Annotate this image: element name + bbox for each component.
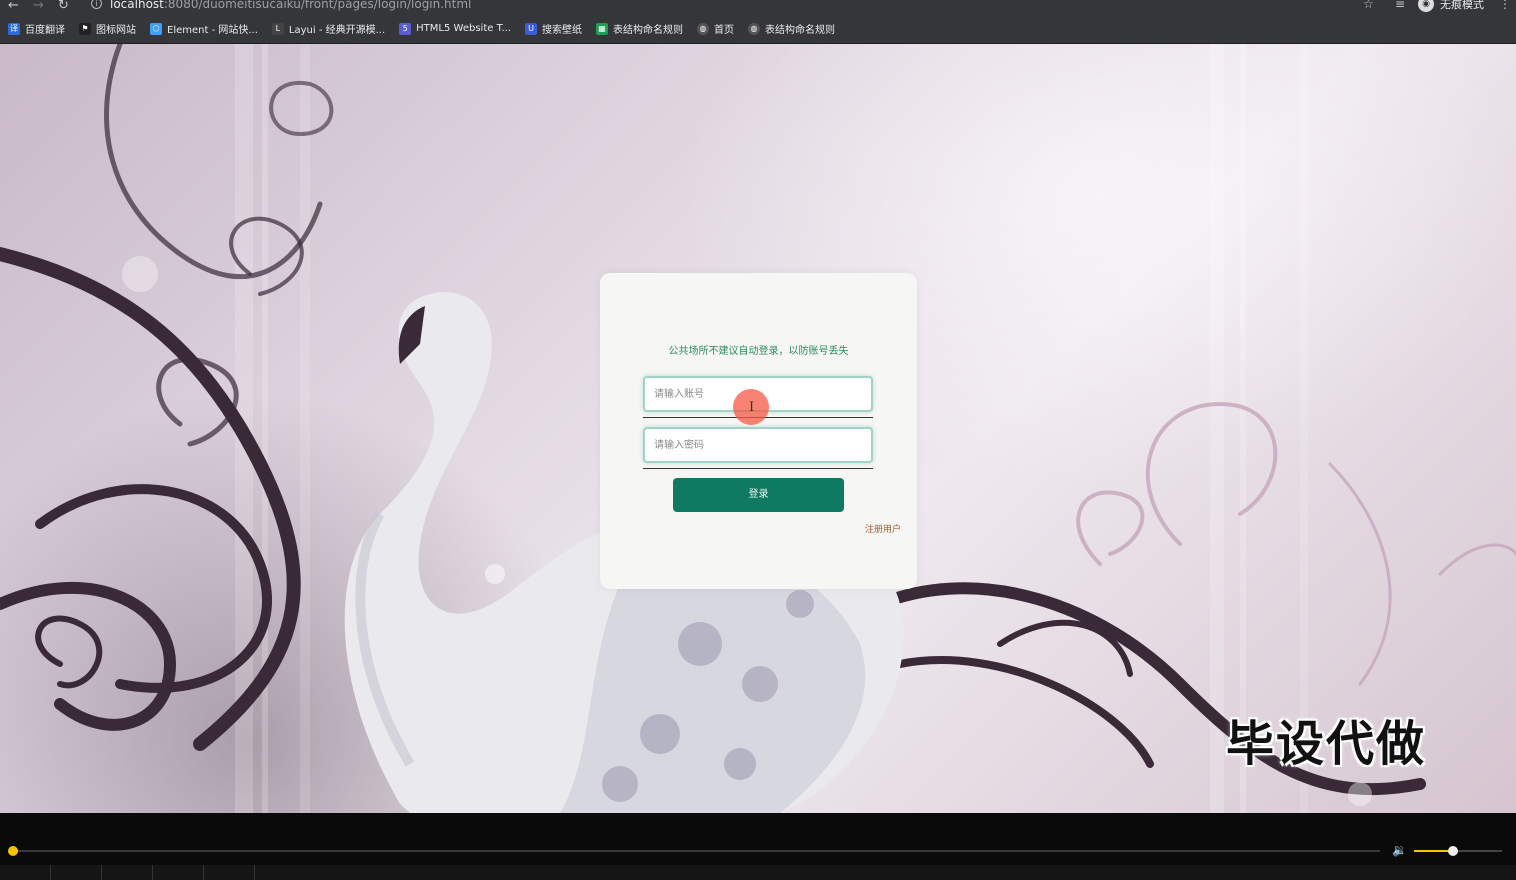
bookmark-item[interactable]: ⬡ Element - 网站快... (150, 21, 258, 36)
bookmark-star-icon[interactable]: ☆ (1363, 0, 1374, 11)
bookmarks-bar: 译百度翻译 ⚑ 图标网站 ⬡ Element - 网站快... L Layui - 经… (0, 14, 1516, 44)
volume-knob[interactable] (1448, 846, 1458, 856)
volume-icon[interactable]: 🔉 (1392, 843, 1407, 857)
bookmark-label: 图标网站 (96, 25, 136, 36)
login-card: 公共场所不建议自动登录，以防账号丢失 登录 注册用户 (600, 273, 917, 589)
browser-address-bar: ← → ↻ i localhost:8080/duomeitisucaiku/f… (0, 0, 1516, 14)
bookmark-label: HTML5 Website T... (416, 23, 512, 34)
globe-icon: ◍ (697, 22, 710, 35)
bookmark-label: 首页 (714, 25, 735, 36)
bookmark-item[interactable]: 5 HTML5 Website T... (399, 22, 512, 35)
register-link[interactable]: 注册用户 (865, 522, 901, 535)
flag-icon: ⚑ (79, 22, 91, 35)
bookmark-label: 表结构命名规则 (613, 25, 684, 36)
reload-icon[interactable]: ↻ (58, 0, 69, 13)
bookmark-label: Layui - 经典开源模... (288, 25, 386, 36)
progress-track[interactable] (12, 850, 1380, 852)
bookmark-item[interactable]: ◍ 首页 (697, 21, 734, 36)
forward-icon[interactable]: → (33, 0, 44, 13)
bookmark-item[interactable]: 译百度翻译 (8, 21, 65, 36)
login-notice: 公共场所不建议自动登录，以防账号丢失 (668, 346, 849, 357)
text-cursor-icon: I (749, 400, 755, 415)
thumbnail[interactable] (51, 865, 102, 880)
site-info-icon[interactable]: i (91, 0, 102, 9)
login-button[interactable]: 登录 (673, 478, 844, 512)
bookmark-item[interactable]: ▦ 表结构命名规则 (596, 21, 683, 36)
url-host: localhost (110, 0, 164, 11)
element-icon: ⬡ (150, 22, 162, 35)
sheet-icon: ▦ (596, 22, 609, 35)
translate-icon: 译 (8, 22, 20, 35)
incognito-icon: ◉ (1418, 0, 1434, 12)
bookmark-item[interactable]: L Layui - 经典开源模... (271, 21, 386, 36)
watermark-text: 毕设代做 (1226, 716, 1427, 772)
bookmark-item[interactable]: ⚑ 图标网站 (79, 21, 136, 36)
divider (643, 468, 873, 469)
html5-icon: 5 (399, 22, 412, 35)
reading-list-icon[interactable]: ≡ (1395, 0, 1405, 11)
thumbnail-strip (0, 865, 1516, 880)
thumbnail[interactable] (0, 865, 51, 880)
bookmark-label: Element - 网站快... (167, 25, 258, 36)
incognito-indicator[interactable]: ◉ 无痕模式 (1418, 0, 1484, 12)
url-field[interactable]: localhost:8080/duomeitisucaiku/front/pag… (110, 0, 471, 11)
incognito-label: 无痕模式 (1440, 0, 1484, 11)
layui-icon: L (271, 22, 284, 35)
bookmark-label: 表结构命名规则 (765, 25, 836, 36)
thumbnail[interactable] (102, 865, 153, 880)
password-input[interactable] (645, 429, 871, 461)
bookmark-item[interactable]: U 搜索壁纸 (525, 21, 582, 36)
thumbnail[interactable] (204, 865, 255, 880)
login-page: 公共场所不建议自动登录，以防账号丢失 登录 注册用户 I 毕设代做 (0, 44, 1516, 813)
thumbnail[interactable] (153, 865, 204, 880)
menu-icon[interactable]: ⋮ (1499, 0, 1511, 11)
globe-icon: ◍ (748, 22, 761, 35)
password-field[interactable] (643, 427, 873, 463)
progress-knob[interactable] (8, 846, 18, 856)
bookmark-label: 百度翻译 (25, 25, 65, 36)
bookmark-label: 搜索壁纸 (542, 25, 583, 36)
bookmark-item[interactable]: ◍ 表结构命名规则 (748, 21, 835, 36)
url-path: :8080/duomeitisucaiku/front/pages/login/… (163, 0, 472, 11)
wallpaper-icon: U (525, 22, 538, 35)
back-icon[interactable]: ← (8, 0, 19, 13)
